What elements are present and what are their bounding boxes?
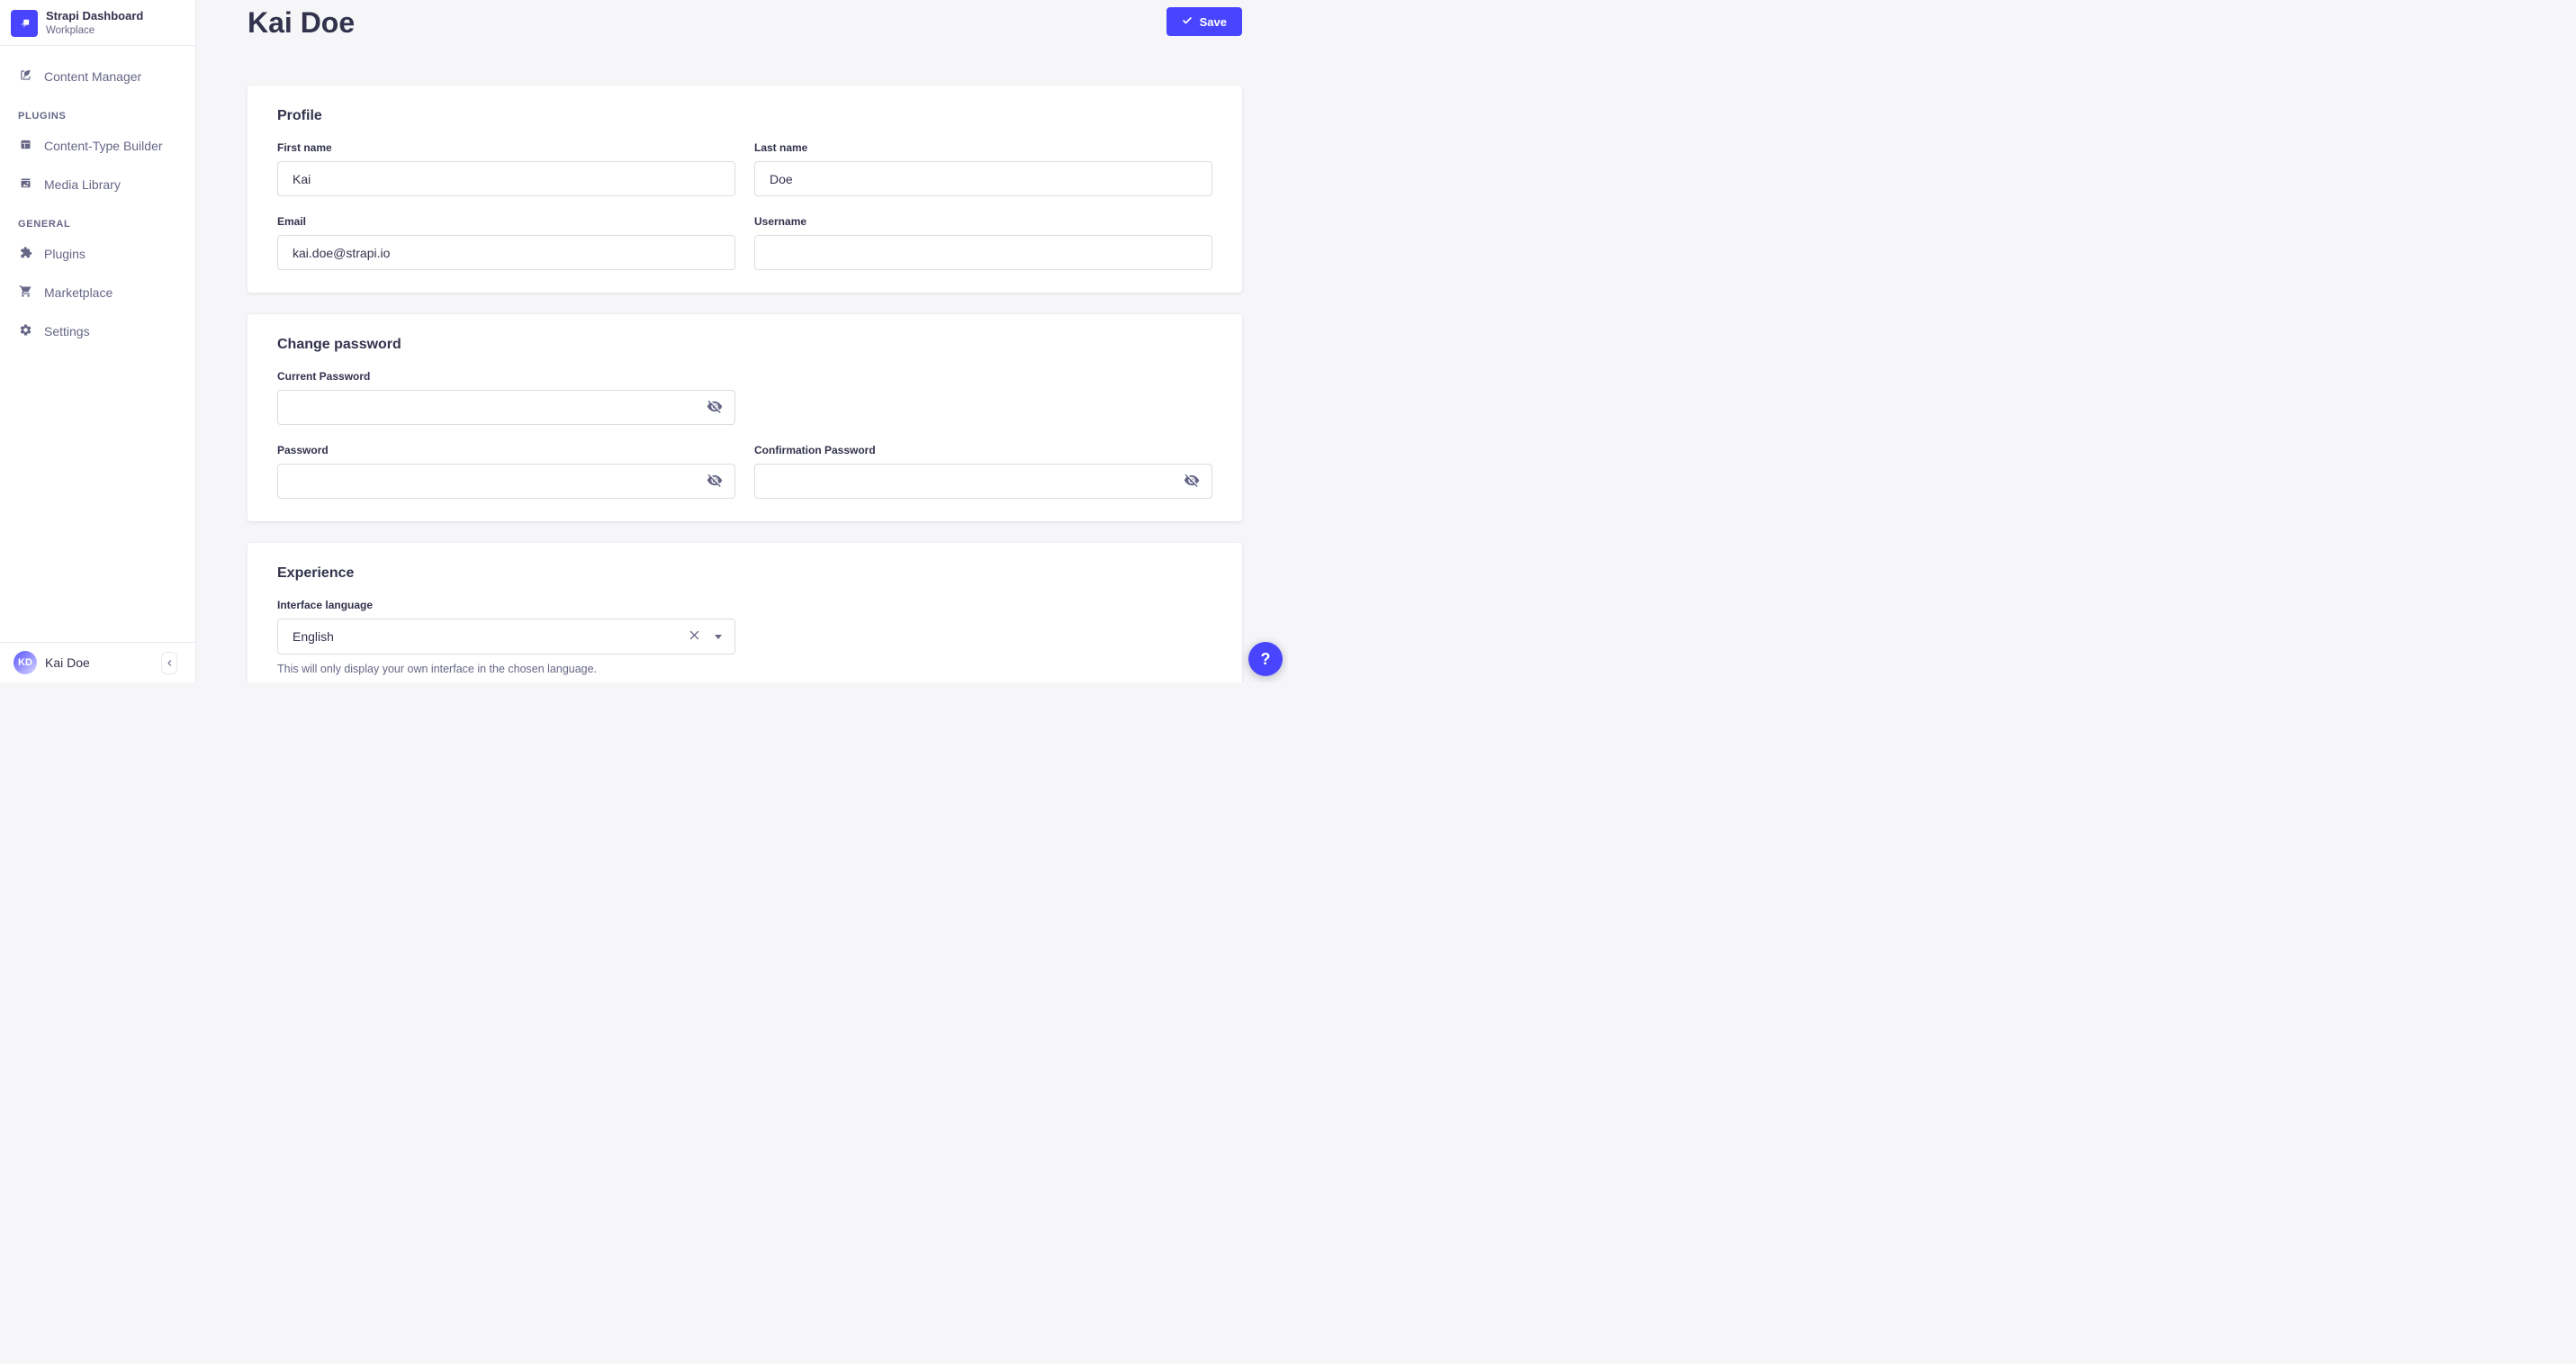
sidebar-footer: KD Kai Doe [0,642,195,682]
user-name[interactable]: Kai Doe [45,655,153,670]
workspace-subtitle: Workplace [46,25,143,38]
current-password-input[interactable] [277,390,735,425]
feather-edit-icon [19,68,32,85]
sidebar-item-label: Media Library [44,177,121,192]
main-content: Kai Doe Save Profile First name [196,0,1288,682]
eye-off-icon [707,398,723,417]
sidebar-item-content-manager[interactable]: Content Manager [0,61,188,92]
sidebar-item-content-type-builder[interactable]: Content-Type Builder [0,131,188,161]
eye-off-icon [1184,472,1200,491]
avatar[interactable]: KD [14,651,37,674]
last-name-label: Last name [754,141,1212,154]
interface-language-value: English [293,629,686,644]
workspace-title: Strapi Dashboard [46,9,143,23]
interface-language-select[interactable]: English [277,619,735,655]
app: Strapi Dashboard Workplace Content Manag… [0,0,1288,682]
profile-card: Profile First name Last name Email [248,86,1242,293]
last-name-field: Last name [754,141,1212,196]
eye-off-icon [707,472,723,491]
username-input[interactable] [754,235,1212,270]
interface-language-label: Interface language [277,599,735,611]
first-name-field: First name [277,141,735,196]
save-button[interactable]: Save [1166,7,1242,36]
sidebar-item-marketplace[interactable]: Marketplace [0,277,188,308]
toggle-password-visibility-button[interactable] [1182,470,1202,492]
clear-selection-button[interactable] [686,627,703,646]
last-name-input[interactable] [754,161,1212,196]
cart-icon [19,285,32,301]
sidebar-nav: Content Manager PLUGINS Content-Type Bui… [0,46,195,347]
sidebar-item-label: Content-Type Builder [44,139,163,153]
sidebar-section-plugins: PLUGINS [18,111,195,122]
sidebar-collapse-button[interactable] [161,652,177,674]
first-name-input[interactable] [277,161,735,196]
chevron-down-icon [715,635,722,639]
sidebar-item-media-library[interactable]: Media Library [0,169,188,200]
layout-grid-icon [19,138,32,154]
username-label: Username [754,215,1212,228]
email-input[interactable] [277,235,735,270]
toggle-password-visibility-button[interactable] [705,396,725,419]
sidebar-item-plugins[interactable]: Plugins [0,239,188,269]
sidebar-item-label: Plugins [44,247,86,261]
close-icon [688,628,701,645]
save-button-label: Save [1200,15,1227,29]
experience-card-title: Experience [277,565,1212,582]
confirmation-password-input[interactable] [754,464,1212,499]
email-field: Email [277,215,735,270]
sidebar-item-settings[interactable]: Settings [0,316,188,347]
username-field: Username [754,215,1212,270]
new-password-field: Password [277,444,735,499]
sidebar: Strapi Dashboard Workplace Content Manag… [0,0,196,682]
page-header: Kai Doe Save [248,0,1242,86]
gear-icon [19,323,32,339]
image-icon [19,176,32,193]
interface-language-field: Interface language English This wi [277,599,735,675]
sidebar-item-label: Marketplace [44,285,113,300]
profile-card-title: Profile [277,108,1212,124]
check-icon [1182,15,1193,29]
interface-language-hint: This will only display your own interfac… [277,663,735,675]
current-password-label: Current Password [277,370,735,383]
current-password-field: Current Password [277,370,735,425]
new-password-label: Password [277,444,735,456]
strapi-logo-icon [11,10,38,37]
sidebar-section-general: GENERAL [18,219,195,230]
change-password-card: Change password Current Password [248,314,1242,521]
sidebar-item-label: Content Manager [44,69,141,84]
change-password-title: Change password [277,337,1212,353]
confirmation-password-label: Confirmation Password [754,444,1212,456]
sidebar-item-label: Settings [44,324,90,339]
new-password-input[interactable] [277,464,735,499]
toggle-password-visibility-button[interactable] [705,470,725,492]
puzzle-icon [19,246,32,262]
page-title: Kai Doe [248,5,355,41]
workspace-brand[interactable]: Strapi Dashboard Workplace [0,0,195,45]
experience-card: Experience Interface language English [248,543,1242,682]
chevron-left-icon [166,656,174,670]
confirmation-password-field: Confirmation Password [754,444,1212,499]
help-button[interactable]: ? [1248,642,1283,676]
email-label: Email [277,215,735,228]
first-name-label: First name [277,141,735,154]
